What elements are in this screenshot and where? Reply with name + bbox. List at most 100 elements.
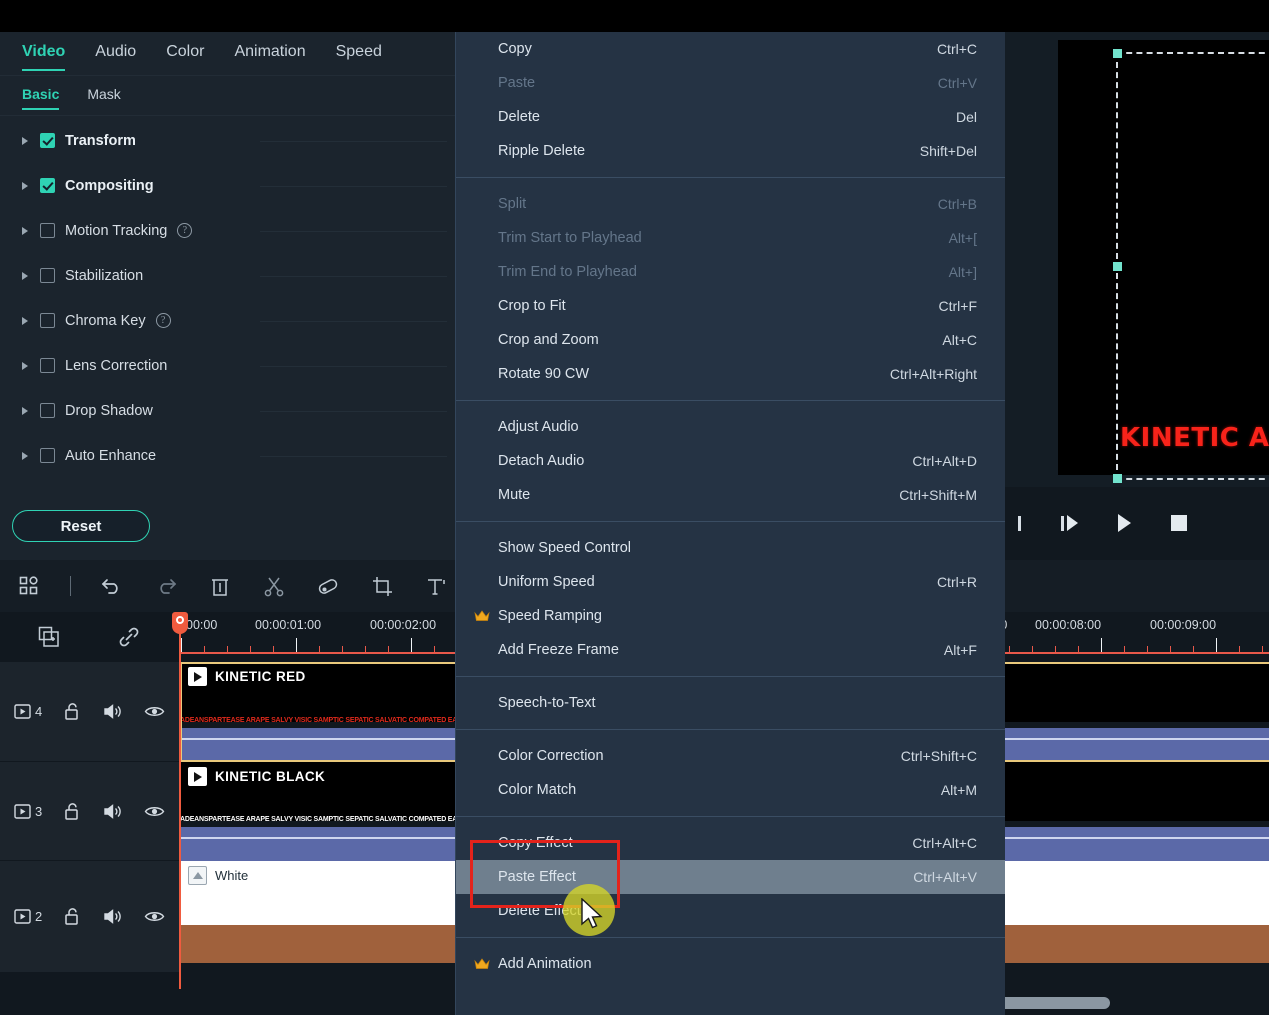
track-mute-icon[interactable] <box>103 703 122 720</box>
property-row-transform[interactable]: Transform <box>0 118 455 163</box>
track-mute-icon[interactable] <box>103 803 122 820</box>
menu-item-add-freeze-frame[interactable]: Add Freeze Frame Alt+F <box>456 633 1005 667</box>
property-row-chroma-key[interactable]: Chroma Key ? <box>0 298 455 343</box>
resize-handle-middle-left[interactable] <box>1113 262 1122 271</box>
menu-item-color-match[interactable]: Color Match Alt+M <box>456 773 1005 807</box>
subtab-mask[interactable]: Mask <box>87 86 120 105</box>
reset-button[interactable]: Reset <box>12 510 150 542</box>
menu-item-shortcut: Ctrl+F <box>938 298 978 314</box>
ruler-tick <box>365 646 366 652</box>
property-row-stabilization[interactable]: Stabilization <box>0 253 455 298</box>
tab-color[interactable]: Color <box>166 43 204 65</box>
tab-animation[interactable]: Animation <box>234 43 305 65</box>
menu-separator <box>456 521 1005 522</box>
ruler-tick <box>1009 646 1010 652</box>
menu-item-speech-to-text[interactable]: Speech-to-Text <box>456 686 1005 720</box>
resize-handle-bottom-left[interactable] <box>1113 474 1122 483</box>
menu-item-delete[interactable]: Delete Del <box>456 100 1005 134</box>
crop-icon[interactable] <box>369 573 395 599</box>
menu-item-add-animation[interactable]: Add Animation <box>456 947 1005 981</box>
menu-item-ripple-delete[interactable]: Ripple Delete Shift+Del <box>456 134 1005 168</box>
marker-icon[interactable] <box>315 573 341 599</box>
track-mute-icon[interactable] <box>103 908 122 925</box>
menu-item-label: Ripple Delete <box>498 143 586 159</box>
add-track-icon[interactable] <box>36 624 62 650</box>
expand-caret-icon[interactable] <box>22 451 28 460</box>
menu-item-crop-to-fit[interactable]: Crop to Fit Ctrl+F <box>456 289 1005 323</box>
menu-item-shortcut: Ctrl+Alt+Right <box>889 366 977 382</box>
menu-item-crop-and-zoom[interactable]: Crop and Zoom Alt+C <box>456 323 1005 357</box>
step-forward-icon[interactable] <box>1061 515 1078 531</box>
menu-item-label: Trim Start to Playhead <box>498 230 642 246</box>
subtab-basic[interactable]: Basic <box>22 86 60 110</box>
tab-speed[interactable]: Speed <box>336 43 382 65</box>
checkbox-drop-shadow[interactable] <box>40 403 55 418</box>
help-icon[interactable]: ? <box>155 313 171 328</box>
expand-caret-icon[interactable] <box>22 136 28 145</box>
delete-icon[interactable] <box>207 573 233 599</box>
track-visibility-icon[interactable] <box>144 804 165 819</box>
track-visibility-icon[interactable] <box>144 704 165 719</box>
mark-in-icon[interactable] <box>1018 515 1021 531</box>
menu-item-color-correction[interactable]: Color Correction Ctrl+Shift+C <box>456 739 1005 773</box>
media-grid-icon[interactable] <box>16 573 42 599</box>
checkbox-stabilization[interactable] <box>40 268 55 283</box>
expand-caret-icon[interactable] <box>22 406 28 415</box>
menu-item-show-speed-control[interactable]: Show Speed Control <box>456 531 1005 565</box>
menu-item-copy-effect[interactable]: Copy Effect Ctrl+Alt+C <box>456 826 1005 860</box>
property-row-compositing[interactable]: Compositing <box>0 163 455 208</box>
menu-item-copy[interactable]: Copy Ctrl+C <box>456 32 1005 66</box>
split-icon[interactable] <box>261 573 287 599</box>
expand-caret-icon[interactable] <box>22 226 28 235</box>
track-lock-icon[interactable] <box>64 907 81 926</box>
checkbox-motion-tracking[interactable] <box>40 223 55 238</box>
menu-item-mute[interactable]: Mute Ctrl+Shift+M <box>456 478 1005 512</box>
text-icon[interactable] <box>423 573 449 599</box>
checkbox-compositing[interactable] <box>40 178 55 193</box>
expand-caret-icon[interactable] <box>22 361 28 370</box>
menu-item-speed-ramping[interactable]: Speed Ramping <box>456 599 1005 633</box>
property-row-drop-shadow[interactable]: Drop Shadow <box>0 388 455 433</box>
clip-context-menu[interactable]: Copy Ctrl+C Paste Ctrl+V Delete Del Ripple Del… <box>455 32 1005 1015</box>
property-row-lens-correction[interactable]: Lens Correction <box>0 343 455 388</box>
checkbox-chroma-key[interactable] <box>40 313 55 328</box>
expand-caret-icon[interactable] <box>22 316 28 325</box>
property-row-motion-tracking[interactable]: Motion Tracking ? <box>0 208 455 253</box>
redo-icon[interactable] <box>153 573 179 599</box>
link-icon[interactable] <box>116 624 142 650</box>
expand-caret-icon[interactable] <box>22 271 28 280</box>
menu-item-adjust-audio[interactable]: Adjust Audio <box>456 410 1005 444</box>
property-label: Transform <box>65 132 136 149</box>
selection-bounding-box[interactable] <box>1113 49 1269 483</box>
checkbox-auto-enhance[interactable] <box>40 448 55 463</box>
track-visibility-icon[interactable] <box>144 909 165 924</box>
track-type-video-icon: 3 <box>14 803 42 820</box>
playhead[interactable] <box>172 612 188 989</box>
menu-item-label: Paste Effect <box>498 869 576 885</box>
tab-audio[interactable]: Audio <box>95 43 136 65</box>
menu-item-uniform-speed[interactable]: Uniform Speed Ctrl+R <box>456 565 1005 599</box>
playhead-knob[interactable] <box>172 612 188 634</box>
menu-item-detach-audio[interactable]: Detach Audio Ctrl+Alt+D <box>456 444 1005 478</box>
menu-item-delete-effect[interactable]: Delete Effect <box>456 894 1005 928</box>
menu-item-split: Split Ctrl+B <box>456 187 1005 221</box>
track-lock-icon[interactable] <box>64 802 81 821</box>
track-lock-icon[interactable] <box>64 702 81 721</box>
tab-video[interactable]: Video <box>22 43 66 71</box>
expand-caret-icon[interactable] <box>22 181 28 190</box>
menu-separator <box>456 676 1005 677</box>
property-row-auto-enhance[interactable]: Auto Enhance <box>0 433 455 478</box>
checkbox-transform[interactable] <box>40 133 55 148</box>
checkbox-lens-correction[interactable] <box>40 358 55 373</box>
stop-icon[interactable] <box>1171 515 1187 531</box>
menu-separator <box>456 177 1005 178</box>
ruler-time-label: 00:00:09:00 <box>1150 618 1217 632</box>
play-icon[interactable] <box>1118 514 1131 532</box>
resize-handle-top-left[interactable] <box>1113 49 1122 58</box>
preview-canvas[interactable]: KINETIC AN <box>1058 40 1269 483</box>
undo-icon[interactable] <box>99 573 125 599</box>
menu-item-paste-effect[interactable]: Paste Effect Ctrl+Alt+V <box>456 860 1005 894</box>
menu-item-rotate-90-cw[interactable]: Rotate 90 CW Ctrl+Alt+Right <box>456 357 1005 391</box>
menu-item-label: Speech-to-Text <box>498 695 596 711</box>
help-icon[interactable]: ? <box>177 223 193 238</box>
